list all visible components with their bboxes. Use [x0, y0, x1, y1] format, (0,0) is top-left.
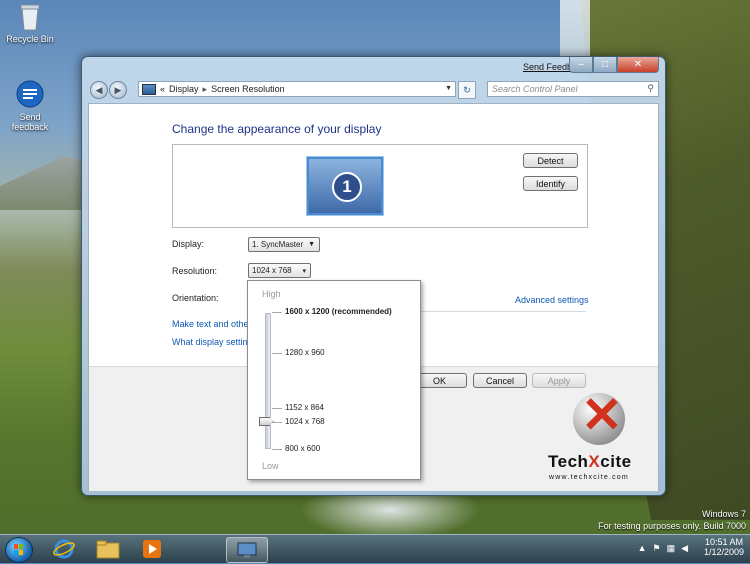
search-input[interactable]: Search Control Panel ⚲	[487, 81, 659, 97]
caption-buttons: – □ ✕	[569, 57, 659, 73]
internet-explorer-icon	[53, 539, 75, 559]
resolution-option[interactable]: 800 x 600	[285, 444, 320, 453]
maximize-button[interactable]: □	[593, 57, 617, 73]
navigation-bar: ◀ ▶ « Display ▸ Screen Resolution ▼ ↻ Se…	[88, 79, 659, 99]
slider-tick	[272, 422, 282, 423]
clock-date: 1/12/2009	[703, 547, 744, 557]
display-label: Display:	[172, 239, 205, 249]
breadcrumb-display[interactable]: Display	[169, 84, 199, 94]
build-watermark: For testing purposes only. Build 7000	[598, 521, 746, 531]
system-tray: ▲ ⚑ ▦ ◀	[638, 543, 688, 554]
slider-tick	[272, 449, 282, 450]
search-placeholder: Search Control Panel	[492, 84, 578, 94]
volume-icon[interactable]: ◀	[681, 543, 688, 554]
slider-tick	[272, 312, 282, 313]
resolution-option[interactable]: 1280 x 960	[285, 348, 325, 357]
windows-version-watermark: Windows 7	[701, 509, 746, 519]
resolution-option[interactable]: 1600 x 1200 (recommended)	[285, 307, 392, 316]
clock-time: 10:51 AM	[704, 537, 743, 547]
breadcrumb-chevrons[interactable]: «	[160, 84, 165, 94]
show-hidden-icons-icon[interactable]: ▲	[638, 543, 647, 554]
slider-tick	[272, 353, 282, 354]
display-select-value: 1. SyncMaster	[252, 240, 304, 249]
resolution-label: Resolution:	[172, 266, 218, 276]
clock[interactable]: 10:51 AM 1/12/2009	[704, 537, 744, 557]
forward-button[interactable]: ▶	[109, 81, 127, 99]
control-panel-icon	[142, 83, 156, 95]
resolution-slider-track[interactable]	[265, 313, 271, 449]
media-player-icon	[143, 540, 161, 558]
chevron-down-icon: ▾	[302, 268, 306, 275]
monitor-1-thumbnail[interactable]: 1	[307, 157, 383, 215]
display-preview: 1 Detect Identify	[172, 144, 588, 228]
address-dropdown-icon[interactable]: ▼	[445, 85, 452, 92]
close-button[interactable]: ✕	[617, 57, 659, 73]
recycle-bin-icon	[15, 2, 45, 32]
network-icon[interactable]: ▦	[667, 543, 676, 554]
taskbar-media-player[interactable]	[132, 537, 172, 561]
back-arrow-icon: ◀	[95, 84, 103, 95]
slider-tick	[272, 408, 282, 409]
control-panel-icon	[237, 542, 257, 558]
send-feedback-label: Send feedback	[11, 112, 49, 132]
display-settings-help-link[interactable]: What display setting	[172, 337, 253, 347]
logo-x-mark: ✕	[581, 387, 623, 443]
resolution-select[interactable]: 1024 x 768 ▾	[248, 263, 311, 278]
windows-logo-icon	[14, 544, 23, 555]
taskbar-windows-explorer[interactable]	[88, 537, 128, 561]
resolution-option[interactable]: 1152 x 864	[285, 403, 324, 412]
resolution-slider-popup: High 1600 x 1200 (recommended) 1280 x 96…	[247, 280, 421, 480]
taskbar-control-panel[interactable]	[226, 537, 268, 563]
breadcrumb-screen-resolution[interactable]: Screen Resolution	[211, 84, 285, 94]
logo-url: www.techxcite.com	[549, 474, 629, 481]
taskbar: ▲ ⚑ ▦ ◀ 10:51 AM 1/12/2009	[0, 534, 750, 563]
slider-low-label: Low	[262, 461, 279, 471]
action-center-flag-icon[interactable]: ⚑	[652, 543, 660, 554]
taskbar-internet-explorer[interactable]	[44, 537, 84, 561]
advanced-settings-link[interactable]: Advanced settings	[515, 295, 589, 305]
identify-button[interactable]: Identify	[523, 176, 578, 191]
monitor-number: 1	[332, 172, 362, 202]
address-bar[interactable]: « Display ▸ Screen Resolution ▼	[138, 81, 456, 97]
start-button[interactable]	[5, 537, 33, 563]
display-select[interactable]: 1. SyncMaster ▼	[248, 237, 320, 252]
search-icon[interactable]: ⚲	[647, 83, 654, 94]
resolution-select-value: 1024 x 768	[252, 266, 292, 275]
send-feedback-icon	[15, 80, 45, 110]
refresh-icon: ↻	[463, 84, 471, 95]
make-text-larger-link[interactable]: Make text and other	[172, 319, 252, 329]
forward-arrow-icon: ▶	[114, 84, 122, 95]
detect-button[interactable]: Detect	[523, 153, 578, 168]
logo-brand-text: TechXcite	[548, 452, 632, 471]
minimize-button[interactable]: –	[569, 57, 593, 73]
breadcrumb-separator[interactable]: ▸	[203, 84, 208, 95]
page-title: Change the appearance of your display	[172, 122, 382, 136]
refresh-button[interactable]: ↻	[458, 81, 476, 99]
folder-icon	[96, 540, 120, 559]
slider-high-label: High	[262, 289, 281, 299]
recycle-bin-label: Recycle Bin	[6, 34, 54, 44]
cancel-button[interactable]: Cancel	[473, 373, 527, 388]
apply-button[interactable]: Apply	[532, 373, 586, 388]
chevron-down-icon: ▼	[308, 241, 315, 248]
back-button[interactable]: ◀	[90, 81, 108, 99]
orientation-label: Orientation:	[172, 293, 219, 303]
techxcite-logo: ✕ TechXcite www.techxcite.com	[545, 390, 655, 485]
recycle-bin-desktop-icon[interactable]: Recycle Bin	[0, 2, 60, 44]
resolution-option-selected[interactable]: 1024 x 768	[285, 417, 325, 426]
send-feedback-desktop-icon[interactable]: Send feedback	[0, 80, 60, 132]
